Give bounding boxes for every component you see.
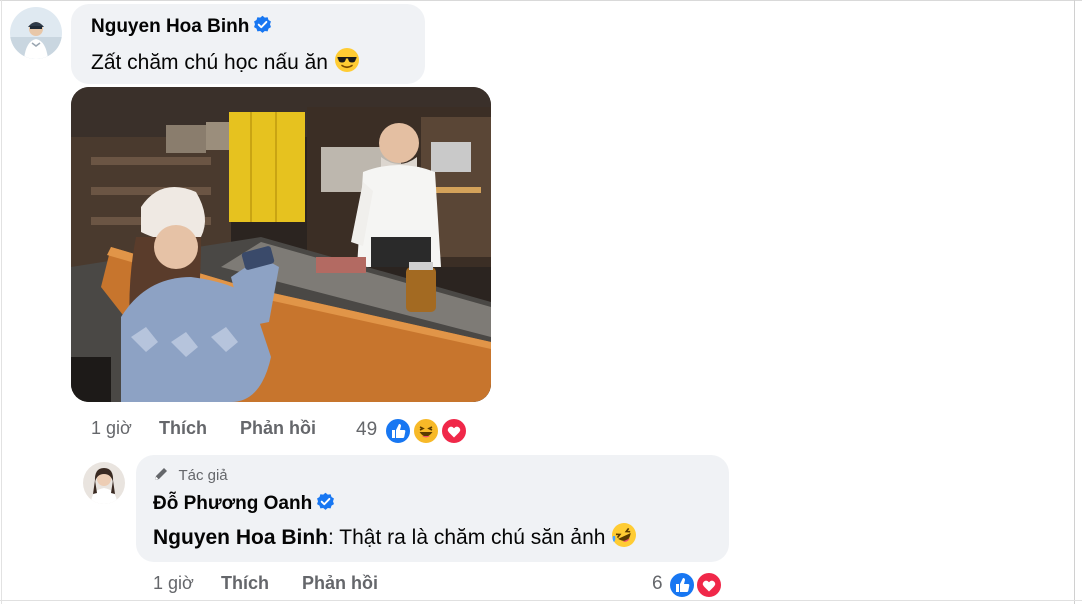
haha-reaction-icon: [412, 417, 440, 451]
reply-timestamp[interactable]: 1 giờ: [153, 573, 194, 594]
frame-top-border: [0, 0, 1082, 1]
reply-text: : Thật ra là chăm chú săn ảnh: [328, 526, 606, 549]
verified-badge-icon: [316, 492, 335, 516]
comment-bubble: Nguyen Hoa Binh Zất chăm chú học nấu ăn: [71, 4, 425, 84]
reaction-count: 49: [356, 419, 378, 440]
author-badge-label: Tác giả: [178, 467, 228, 484]
pen-icon: [153, 466, 169, 487]
like-button[interactable]: Thích: [221, 573, 269, 594]
reaction-count: 6: [652, 573, 663, 594]
verified-badge-icon: [253, 15, 272, 39]
reply-bubble: Tác giả Đỗ Phương Oanh Nguyen Hoa Binh: …: [136, 455, 729, 562]
comment-author-name[interactable]: Nguyen Hoa Binh: [91, 16, 249, 37]
comment-timestamp[interactable]: 1 giờ: [91, 418, 132, 439]
reply-button[interactable]: Phản hồi: [240, 418, 316, 439]
frame-right-border: [1074, 0, 1075, 604]
reply-button[interactable]: Phản hồi: [302, 573, 378, 594]
sunglasses-emoji-icon: [334, 47, 360, 78]
comment-actions: 1 giờ Thích Phản hồi: [91, 418, 351, 440]
comment-text: Zất chăm chú học nấu ăn: [91, 51, 328, 74]
love-reaction-icon: [440, 417, 468, 451]
like-reaction-icon: [384, 417, 412, 451]
author-tag: Tác giả: [153, 466, 228, 487]
reply-actions: 1 giờ Thích Phản hồi: [153, 573, 413, 595]
comment-reactions[interactable]: 49: [356, 417, 471, 445]
reply-reactions[interactable]: 6: [652, 571, 727, 599]
comment-photo[interactable]: [71, 87, 491, 402]
like-reaction-icon: [668, 571, 696, 605]
reply-author-name[interactable]: Đỗ Phương Oanh: [153, 493, 312, 514]
rofl-emoji-icon: [611, 522, 637, 553]
mention-link[interactable]: Nguyen Hoa Binh: [153, 526, 328, 549]
frame-bottom-border: [0, 600, 1082, 601]
commenter-avatar[interactable]: [10, 7, 62, 59]
like-button[interactable]: Thích: [159, 418, 207, 439]
love-reaction-icon: [695, 571, 723, 605]
reply-author-avatar[interactable]: [83, 462, 125, 504]
frame-left-border: [1, 0, 2, 604]
